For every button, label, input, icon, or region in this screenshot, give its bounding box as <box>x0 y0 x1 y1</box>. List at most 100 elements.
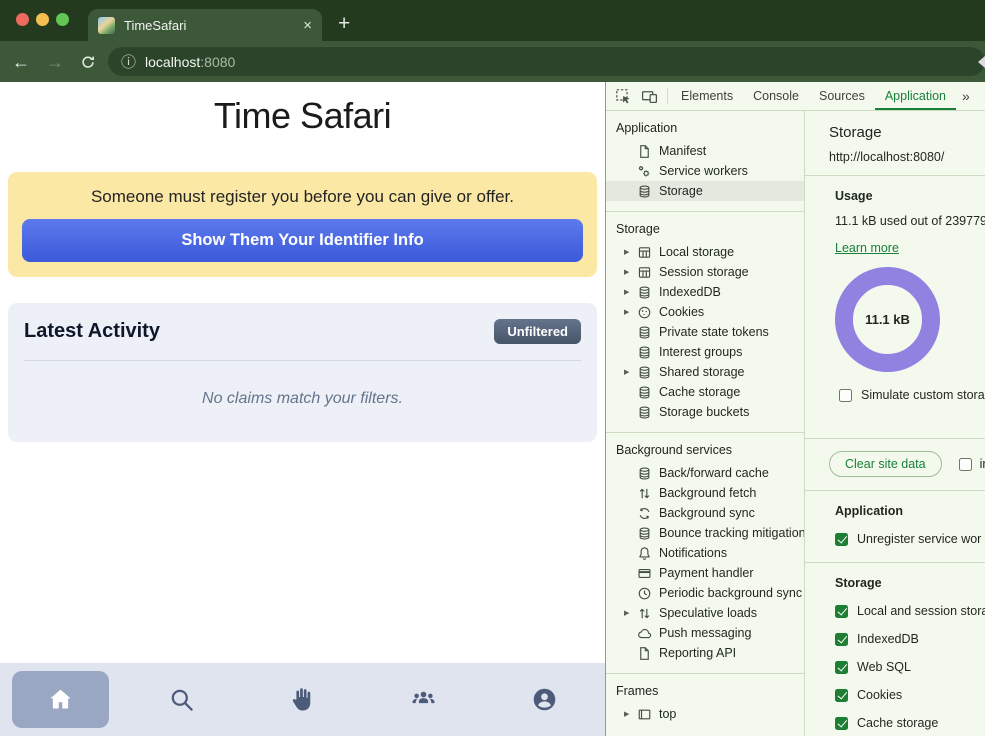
devtools-sidebar: Application ▶ Manifest <box>606 111 805 736</box>
simulate-quota-checkbox[interactable] <box>839 389 852 402</box>
checkbox[interactable] <box>835 633 848 646</box>
checkbox[interactable] <box>835 605 848 618</box>
search-icon <box>168 686 195 713</box>
reload-button[interactable] <box>80 54 96 70</box>
inspect-element-icon[interactable] <box>615 88 632 105</box>
checkbox[interactable] <box>835 689 848 702</box>
tree-item-periodic-background-sync[interactable]: ▶ Periodic background sync <box>606 583 804 603</box>
clear-option-indexeddb[interactable]: IndexedDB <box>835 632 985 646</box>
sidebar-section-background-services: Background services ▶ Back/forward cache <box>606 433 804 674</box>
cookie-icon <box>637 305 652 320</box>
clear-option-cookies[interactable]: Cookies <box>835 688 985 702</box>
tree-item-local-storage[interactable]: ▶ Local storage <box>606 242 804 262</box>
back-button[interactable]: ← <box>12 53 30 71</box>
site-info-icon[interactable]: ⓘ <box>121 51 136 72</box>
checkbox[interactable] <box>835 661 848 674</box>
clear-site-data-section: Clear site data in <box>805 438 985 490</box>
tree-item-bounce-tracking-mitigation[interactable]: ▶ Bounce tracking mitigation <box>606 523 804 543</box>
clock-icon <box>637 586 652 601</box>
tab-strip: TimeSafari × + <box>0 0 985 41</box>
close-window-button[interactable] <box>16 13 29 26</box>
learn-more-link[interactable]: Learn more <box>835 241 899 255</box>
sidebar-section-title: Storage <box>606 220 804 242</box>
checkbox[interactable] <box>835 533 848 546</box>
clear-option-unregister-service-wor[interactable]: Unregister service wor <box>835 532 985 546</box>
unfiltered-filter-button[interactable]: Unfiltered <box>494 319 581 344</box>
tree-item-back-forward-cache[interactable]: ▶ Back/forward cache <box>606 463 804 483</box>
tree-item-manifest[interactable]: ▶ Manifest <box>606 141 804 161</box>
activity-divider <box>24 360 581 361</box>
usage-donut-chart: 11.1 kB <box>835 267 940 372</box>
sync-icon <box>637 506 652 521</box>
more-tabs-icon[interactable]: » <box>956 88 976 104</box>
tree-item-storage[interactable]: ▶ Storage <box>606 181 804 201</box>
tree-item-cache-storage[interactable]: ▶ Cache storage <box>606 382 804 402</box>
close-tab-icon[interactable]: × <box>303 18 312 33</box>
minimize-window-button[interactable] <box>36 13 49 26</box>
sidebar-section-storage: Storage ▶ Local storage <box>606 212 804 433</box>
checkbox[interactable] <box>835 717 848 730</box>
including-checkbox[interactable] <box>959 458 972 471</box>
database-icon <box>637 325 652 340</box>
browser-tab-timesafari[interactable]: TimeSafari × <box>88 9 322 41</box>
tree-item-service-workers[interactable]: ▶ Service workers <box>606 161 804 181</box>
device-toolbar-icon[interactable] <box>641 88 658 105</box>
file-icon <box>637 144 652 159</box>
tree-item-shared-storage[interactable]: ▶ Shared storage <box>606 362 804 382</box>
show-identifier-info-button[interactable]: Show Them Your Identifier Info <box>22 219 583 262</box>
including-checkbox-row: in <box>959 457 985 471</box>
browser-toolbar: ← → ⓘ localhost:8080 <box>0 41 985 82</box>
storage-options-heading: Storage <box>835 576 985 590</box>
tab-favicon <box>98 17 115 34</box>
sidebar-section-title: Application <box>606 119 804 141</box>
alert-message: Someone must register you before you can… <box>22 187 583 207</box>
nav-item-hand[interactable] <box>242 663 363 736</box>
devtools-tab-elements[interactable]: Elements <box>671 82 743 110</box>
nav-item-search[interactable] <box>121 663 242 736</box>
nav-item-home[interactable] <box>0 663 121 736</box>
frame-icon <box>637 707 652 722</box>
url-port: :8080 <box>200 54 235 70</box>
nav-item-people[interactable] <box>363 663 484 736</box>
nav-item-person[interactable] <box>484 663 605 736</box>
tree-item-reporting-api[interactable]: ▶ Reporting API <box>606 643 804 663</box>
devtools-toolbar: Elements Console Sources Application <box>606 82 985 111</box>
tree-item-background-sync[interactable]: ▶ Background sync <box>606 503 804 523</box>
tab-title: TimeSafari <box>124 18 303 33</box>
table-icon <box>637 265 652 280</box>
tree-item-private-state-tokens[interactable]: ▶ Private state tokens <box>606 322 804 342</box>
devtools-tab-sources[interactable]: Sources <box>809 82 875 110</box>
tree-item-push-messaging[interactable]: ▶ Push messaging <box>606 623 804 643</box>
page-title: Time Safari <box>8 95 597 137</box>
bottom-navigation <box>0 663 605 736</box>
devtools-tab-application[interactable]: Application <box>875 82 956 110</box>
tree-item-storage-buckets[interactable]: ▶ Storage buckets <box>606 402 804 422</box>
tree-item-background-fetch[interactable]: ▶ Background fetch <box>606 483 804 503</box>
tree-item-session-storage[interactable]: ▶ Session storage <box>606 262 804 282</box>
database-icon <box>637 385 652 400</box>
clear-site-data-button[interactable]: Clear site data <box>829 451 942 477</box>
tree-item-top[interactable]: ▶ top <box>606 704 804 724</box>
forward-button[interactable]: → <box>46 53 64 71</box>
database-icon <box>637 526 652 541</box>
donut-usage-label: 11.1 kB <box>835 267 940 372</box>
clear-option-web-sql[interactable]: Web SQL <box>835 660 985 674</box>
devtools-tabs: Elements Console Sources Application <box>671 82 956 110</box>
tree-item-payment-handler[interactable]: ▶ Payment handler <box>606 563 804 583</box>
tree-item-speculative-loads[interactable]: ▶ Speculative loads <box>606 603 804 623</box>
bell-icon <box>637 546 652 561</box>
tree-item-indexeddb[interactable]: ▶ IndexedDB <box>606 282 804 302</box>
clear-option-local-and-session-stora[interactable]: Local and session stora <box>835 604 985 618</box>
database-icon <box>637 345 652 360</box>
tree-item-notifications[interactable]: ▶ Notifications <box>606 543 804 563</box>
devtools-tab-console[interactable]: Console <box>743 82 809 110</box>
zoom-window-button[interactable] <box>56 13 69 26</box>
including-label: in <box>980 457 985 471</box>
new-tab-button[interactable]: + <box>338 9 350 39</box>
clear-option-cache-storage[interactable]: Cache storage <box>835 716 985 730</box>
disclosure-triangle-icon: ▶ <box>624 609 637 617</box>
tree-item-interest-groups[interactable]: ▶ Interest groups <box>606 342 804 362</box>
address-bar[interactable]: ⓘ localhost:8080 <box>108 47 985 76</box>
tree-item-cookies[interactable]: ▶ Cookies <box>606 302 804 322</box>
disclosure-triangle-icon: ▶ <box>624 308 637 316</box>
